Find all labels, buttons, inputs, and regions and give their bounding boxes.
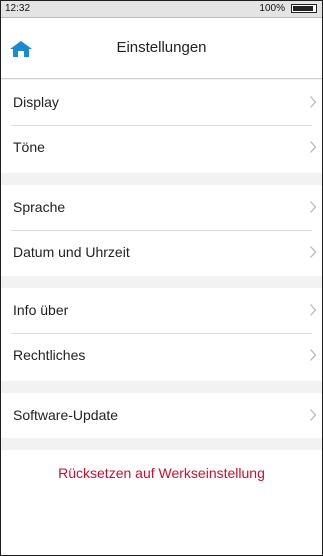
settings-item-label: Display — [13, 94, 59, 110]
chevron-right-icon — [310, 141, 316, 153]
chevron-right-icon — [310, 96, 316, 108]
battery-level — [293, 6, 313, 11]
chevron-right-icon — [310, 349, 316, 361]
chevron-right-icon — [310, 304, 316, 316]
group-spacer — [1, 276, 322, 288]
page-title: Einstellungen — [116, 39, 207, 56]
settings-item-info[interactable]: Info über — [11, 289, 322, 333]
status-bar: 12:32 100% — [1, 1, 322, 18]
settings-item-rechtliches[interactable]: Rechtliches — [11, 334, 322, 378]
group-spacer — [1, 79, 322, 80]
settings-item-label: Info über — [13, 302, 69, 318]
factory-reset-button[interactable]: Rücksetzen auf Werkseinstellung — [1, 465, 322, 481]
header: Einstellungen — [1, 18, 322, 79]
group-spacer — [1, 381, 322, 393]
settings-item-label: Töne — [13, 139, 45, 155]
settings-item-label: Rechtliches — [13, 347, 86, 363]
group-spacer — [1, 173, 322, 185]
battery-icon — [291, 4, 317, 13]
app-window: 12:32 100% Einstellungen Display Töne Sp… — [0, 0, 323, 556]
settings-item-software-update[interactable]: Software-Update — [11, 394, 322, 438]
settings-item-label: Software-Update — [13, 407, 119, 423]
chevron-right-icon — [310, 409, 316, 421]
chevron-right-icon — [310, 246, 316, 258]
group-spacer — [1, 438, 322, 450]
status-time: 12:32 — [5, 3, 31, 14]
settings-item-sprache[interactable]: Sprache — [11, 186, 322, 230]
settings-item-label: Sprache — [13, 199, 66, 215]
chevron-right-icon — [310, 201, 316, 213]
settings-item-label: Datum und Uhrzeit — [13, 244, 130, 260]
settings-item-display[interactable]: Display — [11, 81, 322, 125]
battery-percent: 100% — [259, 3, 285, 14]
settings-item-datum-und-uhrzeit[interactable]: Datum und Uhrzeit — [11, 231, 322, 275]
settings-item-toene[interactable]: Töne — [11, 126, 322, 170]
